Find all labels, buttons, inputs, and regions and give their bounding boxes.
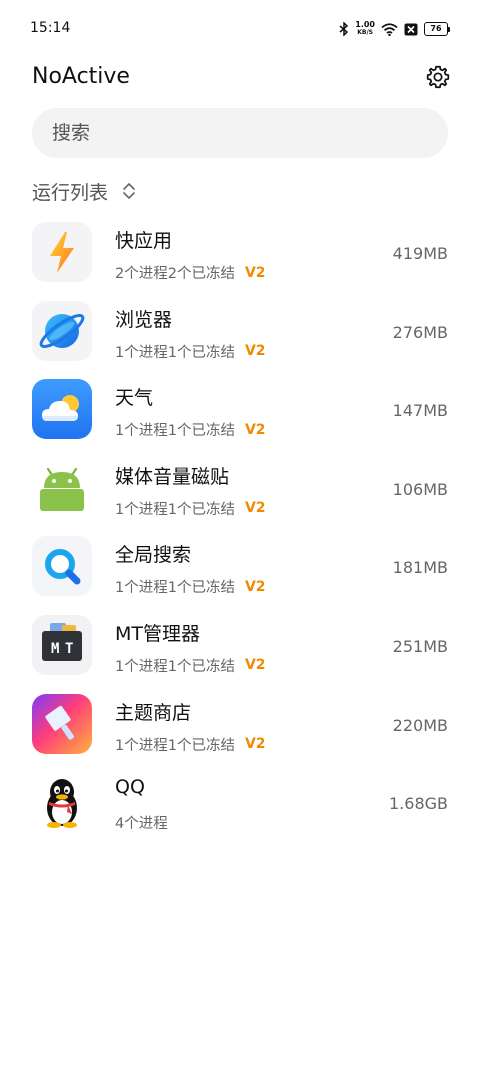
list-header-label: 运行列表 — [32, 181, 109, 204]
app-name: 媒体音量磁贴 — [115, 465, 230, 488]
theme-store-icon — [32, 693, 92, 754]
version-badge: V2 — [244, 264, 266, 281]
svg-text:M: M — [51, 641, 59, 657]
app-row[interactable]: 天气 1个进程1个已冻结 V2 147MB — [0, 377, 480, 456]
battery-icon: 76 — [424, 22, 450, 36]
app-name: 快应用 — [115, 230, 173, 252]
memory-usage: 276MB — [392, 322, 448, 342]
version-badge: V2 — [244, 736, 266, 753]
app-name: 天气 — [115, 387, 154, 410]
app-row[interactable]: 主题商店 1个进程1个已冻结 V2 220MB — [0, 692, 480, 771]
version-badge: V2 — [244, 657, 266, 674]
network-speed: 1.00 KB/S — [355, 20, 375, 37]
app-row[interactable]: QQ 4个进程 1.68GB — [0, 770, 480, 849]
settings-gear-icon[interactable] — [425, 64, 451, 90]
search-bar[interactable] — [32, 108, 448, 158]
app-meta: 1个进程1个已冻结 V2 — [115, 576, 266, 597]
app-row[interactable]: 全局搜索 1个进程1个已冻结 V2 181MB — [0, 534, 480, 613]
version-badge: V2 — [244, 421, 266, 438]
process-status: 1个进程1个已冻结 — [115, 580, 235, 597]
status-icons: 1.00 KB/S 76 — [339, 20, 450, 38]
mt-manager-icon: M T — [32, 614, 92, 675]
app-row[interactable]: M T MT管理器 1个进程1个已冻结 V2 251MB — [0, 613, 480, 692]
process-status: 1个进程1个已冻结 — [115, 737, 235, 754]
browser-icon — [32, 300, 92, 361]
process-status: 2个进程2个已冻结 — [115, 266, 235, 282]
app-list: 快应用 2个进程2个已冻结 V2 419MB 浏览器 1个进程1个已冻结 V2 … — [0, 220, 480, 849]
app-meta: 1个进程1个已冻结 V2 — [115, 419, 266, 440]
process-status: 1个进程1个已冻结 — [115, 501, 235, 518]
memory-usage: 147MB — [392, 401, 448, 421]
memory-usage: 181MB — [392, 558, 448, 578]
app-header: NoActive — [0, 58, 480, 98]
weather-icon — [32, 379, 92, 440]
sort-chevron-icon[interactable] — [122, 182, 136, 200]
process-status: 1个进程1个已冻结 — [115, 344, 235, 361]
memory-usage: 106MB — [392, 479, 448, 499]
battery-level: 76 — [424, 22, 448, 36]
qq-icon — [32, 772, 92, 833]
version-badge: V2 — [244, 500, 266, 517]
process-status: 4个进程 — [115, 816, 168, 833]
sim-off-icon — [404, 23, 418, 35]
status-time: 15:14 — [30, 20, 71, 36]
app-name: 全局搜索 — [115, 544, 192, 567]
app-row[interactable]: 快应用 2个进程2个已冻结 V2 419MB — [0, 220, 480, 299]
process-status: 1个进程1个已冻结 — [115, 658, 235, 675]
status-bar: 15:14 1.00 KB/S 76 — [0, 0, 480, 58]
app-row[interactable]: 浏览器 1个进程1个已冻结 V2 276MB — [0, 299, 480, 378]
app-meta: 1个进程1个已冻结 V2 — [115, 341, 266, 362]
android-icon — [32, 457, 92, 518]
global-search-icon — [32, 536, 92, 597]
app-name: 浏览器 — [115, 308, 173, 331]
memory-usage: 220MB — [392, 715, 448, 735]
app-meta: 2个进程2个已冻结 V2 — [115, 262, 266, 283]
sort-selector[interactable]: 运行列表 — [32, 176, 136, 206]
app-meta: 4个进程 — [115, 812, 168, 833]
app-meta: 1个进程1个已冻结 V2 — [115, 655, 266, 676]
process-status: 1个进程1个已冻结 — [115, 423, 235, 440]
version-badge: V2 — [244, 578, 266, 595]
app-row[interactable]: 媒体音量磁贴 1个进程1个已冻结 V2 106MB — [0, 456, 480, 535]
app-name: MT管理器 — [115, 622, 200, 645]
page-title: NoActive — [32, 64, 130, 89]
wifi-icon — [381, 22, 398, 36]
quick-app-icon — [32, 222, 92, 282]
app-meta: 1个进程1个已冻结 V2 — [115, 734, 266, 755]
app-name: 主题商店 — [115, 701, 192, 724]
svg-text:T: T — [65, 641, 73, 657]
memory-usage: 419MB — [392, 244, 448, 263]
memory-usage: 251MB — [392, 636, 448, 656]
bluetooth-icon — [339, 22, 349, 36]
search-input[interactable] — [50, 121, 434, 145]
memory-usage: 1.68GB — [389, 794, 448, 814]
app-meta: 1个进程1个已冻结 V2 — [115, 498, 266, 519]
version-badge: V2 — [244, 343, 266, 360]
app-name: QQ — [115, 776, 145, 799]
